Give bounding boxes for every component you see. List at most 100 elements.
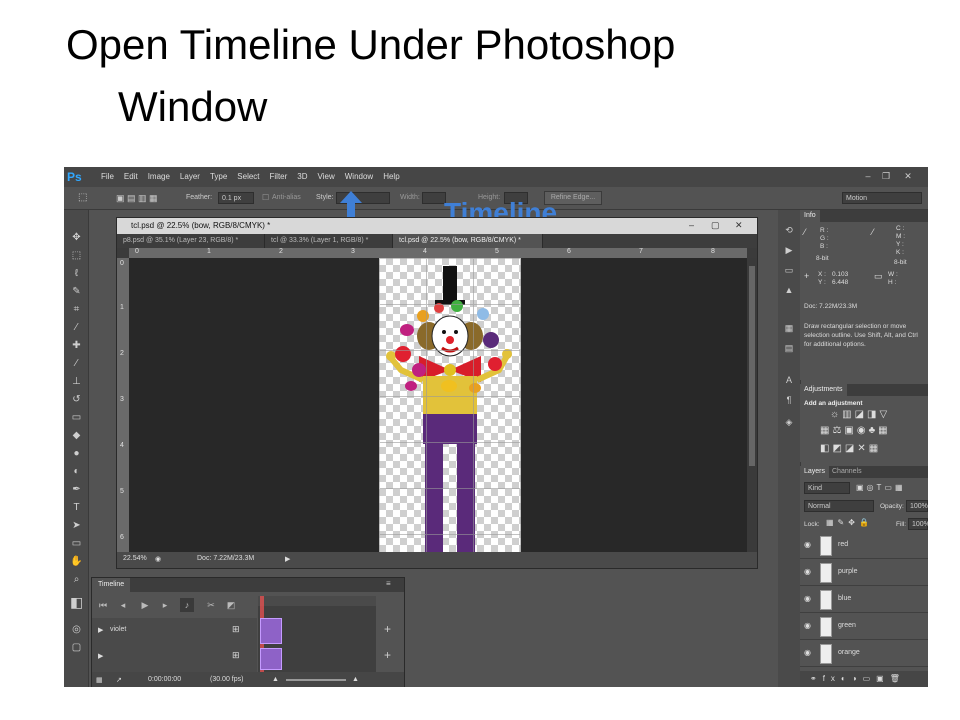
adjustment-icons-row2[interactable]: ▦⚖▣◉♣▦ xyxy=(820,426,891,436)
next-frame-icon[interactable]: ▸ xyxy=(158,598,172,612)
blend-mode-select[interactable]: Normal xyxy=(804,500,874,512)
clip-2[interactable] xyxy=(260,648,282,670)
feather-input[interactable]: 0.1 px xyxy=(218,192,254,204)
panel-menu-icon[interactable]: ≡ xyxy=(386,579,391,588)
doc-restore-icon[interactable]: ▢ xyxy=(711,220,720,231)
clone-source-icon[interactable]: ▤ xyxy=(783,342,795,354)
minimize-icon[interactable]: – xyxy=(862,170,874,182)
layer-filter-icons[interactable]: ▣◎T▭▦ xyxy=(856,483,906,492)
zoom-level[interactable]: 22.54% xyxy=(123,555,147,562)
menu-type[interactable]: Type xyxy=(205,167,232,187)
quick-mask-icon[interactable]: ◎ xyxy=(70,624,83,636)
character-panel-icon[interactable]: A xyxy=(783,374,795,386)
actions-panel-icon[interactable]: ▶ xyxy=(783,244,795,256)
layer-row[interactable]: ◉ blue xyxy=(800,586,928,613)
brush-panel-icon[interactable]: ▦ xyxy=(783,322,795,334)
blur-tool-icon[interactable]: ● xyxy=(70,448,83,460)
brush-tool-icon[interactable]: ∕ xyxy=(70,358,83,370)
pen-tool-icon[interactable]: ✒ xyxy=(70,484,83,496)
layer-row[interactable]: ◉ red xyxy=(800,532,928,559)
visibility-eye-icon[interactable]: ◉ xyxy=(804,567,814,577)
vertical-scrollbar[interactable] xyxy=(747,258,757,552)
menu-layer[interactable]: Layer xyxy=(175,167,205,187)
paragraph-panel-icon[interactable]: ¶ xyxy=(783,394,795,406)
restore-icon[interactable]: ❐ xyxy=(880,170,892,182)
menu-file[interactable]: File xyxy=(96,167,119,187)
layer-row[interactable]: ◉ orange xyxy=(800,640,928,667)
marquee-preset-icon[interactable]: ⬚ xyxy=(78,187,87,209)
visibility-eye-icon[interactable]: ◉ xyxy=(804,648,814,658)
tab-layers[interactable]: Layers xyxy=(800,466,830,478)
layer-row[interactable]: ◉ green xyxy=(800,613,928,640)
add-media-icon[interactable]: + xyxy=(384,622,391,636)
menu-image[interactable]: Image xyxy=(143,167,175,187)
move-tool-icon[interactable]: ✥ xyxy=(70,232,83,244)
histogram-icon[interactable]: ▲ xyxy=(783,284,795,296)
antialias-checkbox[interactable]: ☐ xyxy=(262,187,269,209)
history-panel-icon[interactable]: ⟲ xyxy=(783,224,795,236)
track-expand-icon-2[interactable]: ▶ xyxy=(98,652,103,660)
zoom-out-icon[interactable]: ▲ xyxy=(272,676,279,683)
zoom-slider[interactable] xyxy=(286,679,346,681)
document-titlebar[interactable]: tcl.psd @ 22.5% (bow, RGB/8/CMYK) * – ▢ … xyxy=(117,218,757,234)
tab-p8[interactable]: p8.psd @ 35.1% (Layer 23, RGB/8) * xyxy=(117,234,265,248)
3d-panel-icon[interactable]: ◈ xyxy=(783,416,795,428)
menu-help[interactable]: Help xyxy=(378,167,404,187)
convert-icon[interactable]: ↗ xyxy=(116,676,122,684)
marquee-tool-icon[interactable]: ⬚ xyxy=(70,250,83,262)
zoom-tool-icon[interactable]: ⌕ xyxy=(70,574,83,586)
screen-mode-icon[interactable]: ▢ xyxy=(70,642,83,654)
tab-channels[interactable]: Channels xyxy=(828,466,866,478)
tab-tcl-layer1[interactable]: tcl @ 33.3% (Layer 1, RGB/8) * xyxy=(265,234,393,248)
render-icon[interactable]: ▦ xyxy=(96,676,103,684)
tab-tcl-psd[interactable]: tcl.psd @ 22.5% (bow, RGB/8/CMYK) * xyxy=(393,234,543,248)
healing-brush-icon[interactable]: ✚ xyxy=(70,340,83,352)
clown-artwork[interactable] xyxy=(379,258,521,552)
hand-tool-icon[interactable]: ✋ xyxy=(70,556,83,568)
type-tool-icon[interactable]: T xyxy=(70,502,83,514)
split-icon[interactable]: ✂ xyxy=(204,598,218,612)
timeline-clips-area[interactable] xyxy=(258,596,376,672)
track-menu-icon[interactable]: ⊞ xyxy=(232,624,240,635)
visibility-eye-icon[interactable]: ◉ xyxy=(804,540,814,550)
visibility-eye-icon[interactable]: ◉ xyxy=(804,594,814,604)
opacity-input[interactable]: 100% xyxy=(906,500,928,512)
transition-icon[interactable]: ◩ xyxy=(224,598,238,612)
menu-select[interactable]: Select xyxy=(232,167,264,187)
scrollbar-thumb[interactable] xyxy=(749,266,755,466)
shape-tool-icon[interactable]: ▭ xyxy=(70,538,83,550)
doc-minimize-icon[interactable]: – xyxy=(689,220,694,230)
zoom-in-icon[interactable]: ▲ xyxy=(352,676,359,683)
previous-frame-icon[interactable]: ◂ xyxy=(116,598,130,612)
close-icon[interactable]: ✕ xyxy=(902,170,914,182)
add-media-icon-2[interactable]: + xyxy=(384,648,391,662)
history-brush-icon[interactable]: ↺ xyxy=(70,394,83,406)
fill-input[interactable]: 100% xyxy=(908,518,928,530)
play-icon[interactable]: ▶ xyxy=(138,598,152,612)
canvas-area[interactable] xyxy=(129,258,747,552)
eraser-tool-icon[interactable]: ▭ xyxy=(70,412,83,424)
eyedropper-icon[interactable]: ⁄ xyxy=(70,322,83,334)
selection-mode-icons[interactable]: ▣ ▤ ▥ ▦ xyxy=(116,187,158,209)
tab-info[interactable]: Info xyxy=(800,210,820,222)
status-menu-icon[interactable]: ▶ xyxy=(285,555,290,563)
lasso-tool-icon[interactable]: ℓ xyxy=(70,268,83,280)
quick-selection-icon[interactable]: ✎ xyxy=(70,286,83,298)
time-ruler[interactable] xyxy=(258,596,376,606)
menu-filter[interactable]: Filter xyxy=(265,167,293,187)
first-frame-icon[interactable]: ⏮ xyxy=(96,598,110,612)
navigator-icon[interactable]: ▭ xyxy=(783,264,795,276)
path-selection-icon[interactable]: ➤ xyxy=(70,520,83,532)
audio-icon[interactable]: ♪ xyxy=(180,598,194,612)
tab-adjustments[interactable]: Adjustments xyxy=(800,384,847,396)
menu-edit[interactable]: Edit xyxy=(119,167,143,187)
clone-stamp-icon[interactable]: ⊥ xyxy=(70,376,83,388)
layer-filter-kind[interactable]: Kind xyxy=(804,482,850,494)
lock-icons[interactable]: ▦✎✥🔒 xyxy=(826,518,873,527)
menu-3d[interactable]: 3D xyxy=(292,167,312,187)
workspace-select[interactable]: Motion xyxy=(842,192,922,204)
adjustment-icons-row3[interactable]: ◧◩◪✕▦ xyxy=(820,444,881,454)
menu-view[interactable]: View xyxy=(313,167,340,187)
menu-window[interactable]: Window xyxy=(340,167,378,187)
status-options-icon[interactable]: ◉ xyxy=(155,555,161,563)
